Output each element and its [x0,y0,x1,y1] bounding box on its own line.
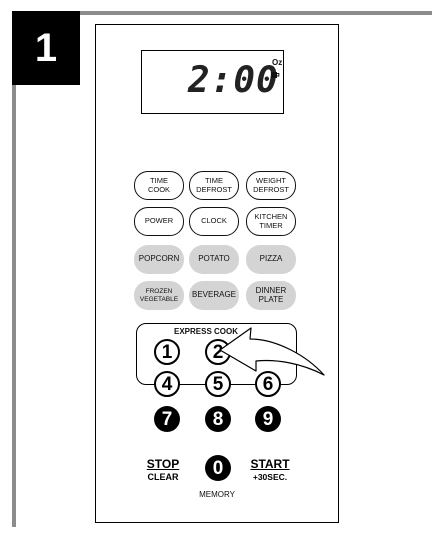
display-time: 2:00 [188,60,279,101]
key-5[interactable]: 5 [205,371,231,397]
pizza-button[interactable]: PIZZA [246,245,296,274]
clock-button[interactable]: CLOCK [189,207,239,236]
lcd-display: 2:00 Oz [141,50,284,114]
beverage-button[interactable]: BEVERAGE [189,281,239,310]
potato-button[interactable]: POTATO [189,245,239,274]
add-30-seconds-label: +30SEC. [252,472,288,482]
dinner-plate-button[interactable]: DINNER PLATE [246,281,296,310]
clear-label: CLEAR [147,472,179,482]
key-4[interactable]: 4 [154,371,180,397]
kitchen-timer-button[interactable]: KITCHEN TIMER [246,207,296,236]
express-cook-label: EXPRESS COOK [174,327,239,336]
unit-oz-indicator: Oz [272,58,283,67]
start-button[interactable]: START [250,457,290,471]
time-cook-button[interactable]: TIME COOK [134,171,184,200]
key-2[interactable]: 2 [205,339,231,365]
weight-defrost-button[interactable]: WEIGHT DEFROST [246,171,296,200]
step-number-badge: 1 [12,11,80,85]
key-1[interactable]: 1 [154,339,180,365]
popcorn-button[interactable]: POPCORN [134,245,184,274]
power-button[interactable]: POWER [134,207,184,236]
key-6[interactable]: 6 [255,371,281,397]
cup-icon [271,72,280,78]
key-8[interactable]: 8 [205,406,231,432]
memory-label: MEMORY [199,490,235,499]
key-9[interactable]: 9 [255,406,281,432]
key-7[interactable]: 7 [154,406,180,432]
frozen-vegetable-button[interactable]: FROZEN VEGETABLE [134,281,184,310]
microwave-control-panel: 2:00 Oz TIME COOK TIME DEFROST WEIGHT DE… [95,24,339,523]
stop-button[interactable]: STOP [143,457,183,471]
key-0[interactable]: 0 [205,455,231,481]
time-defrost-button[interactable]: TIME DEFROST [189,171,239,200]
frame-left-border [12,11,16,527]
